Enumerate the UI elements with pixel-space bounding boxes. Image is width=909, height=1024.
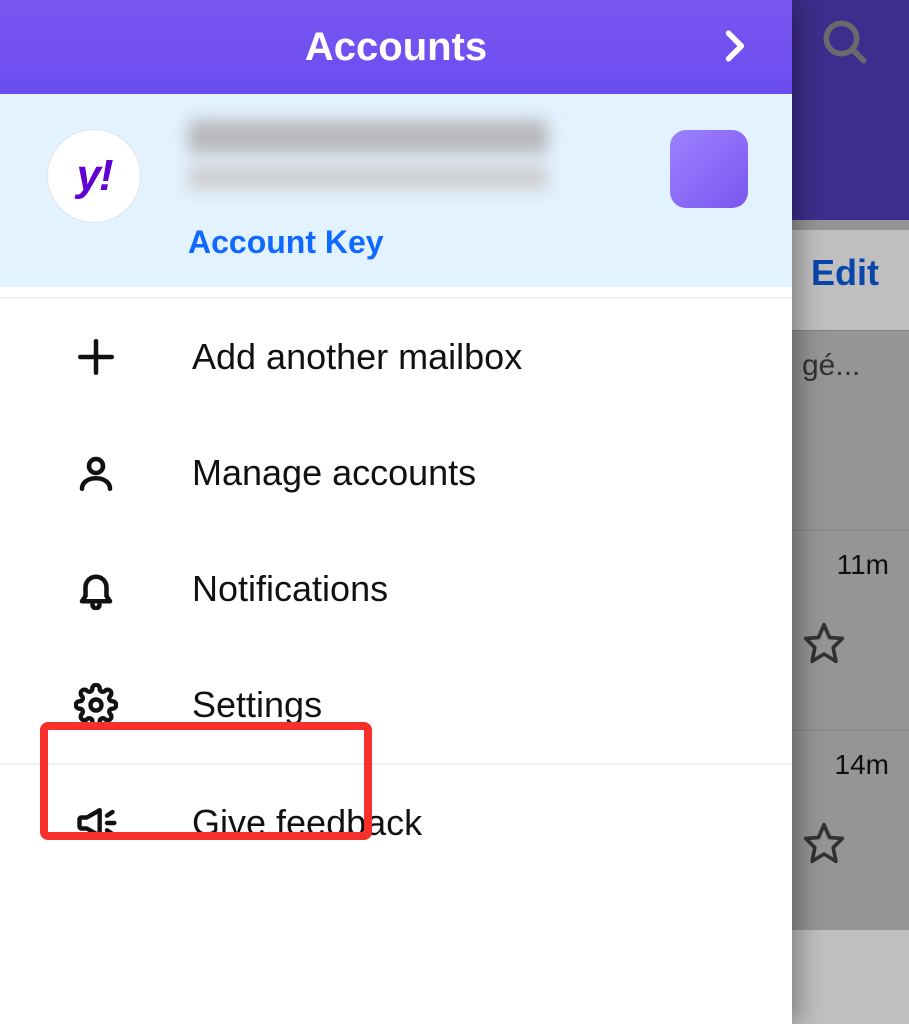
- menu-label: Notifications: [192, 568, 388, 610]
- menu-notifications[interactable]: Notifications: [0, 531, 792, 647]
- menu-label: Give feedback: [192, 802, 422, 844]
- account-name-blurred: [188, 120, 548, 154]
- menu-label: Settings: [192, 684, 322, 726]
- account-card[interactable]: y! Account Key: [0, 94, 792, 287]
- drawer-title: Accounts: [305, 25, 487, 70]
- account-email-blurred: [188, 164, 548, 190]
- backdrop-shade[interactable]: [792, 0, 909, 1024]
- chevron-right-icon: [712, 24, 756, 68]
- menu-add-mailbox[interactable]: Add another mailbox: [0, 299, 792, 415]
- menu-label: Add another mailbox: [192, 336, 522, 378]
- gear-icon: [72, 683, 120, 727]
- megaphone-icon: [72, 801, 120, 845]
- plus-icon: [72, 336, 120, 378]
- account-key-link[interactable]: Account Key: [188, 224, 384, 260]
- menu: Add another mailbox Manage accounts Noti…: [0, 297, 792, 881]
- bell-icon: [72, 568, 120, 610]
- menu-settings[interactable]: Settings: [0, 647, 792, 763]
- accounts-drawer: Accounts y! Account Key Add another m: [0, 0, 792, 1024]
- person-icon: [72, 452, 120, 494]
- menu-label: Manage accounts: [192, 452, 476, 494]
- menu-manage-accounts[interactable]: Manage accounts: [0, 415, 792, 531]
- menu-give-feedback[interactable]: Give feedback: [0, 765, 792, 881]
- drawer-header[interactable]: Accounts: [0, 0, 792, 94]
- yahoo-logo-icon: y!: [48, 130, 140, 222]
- account-color-badge[interactable]: [670, 130, 748, 208]
